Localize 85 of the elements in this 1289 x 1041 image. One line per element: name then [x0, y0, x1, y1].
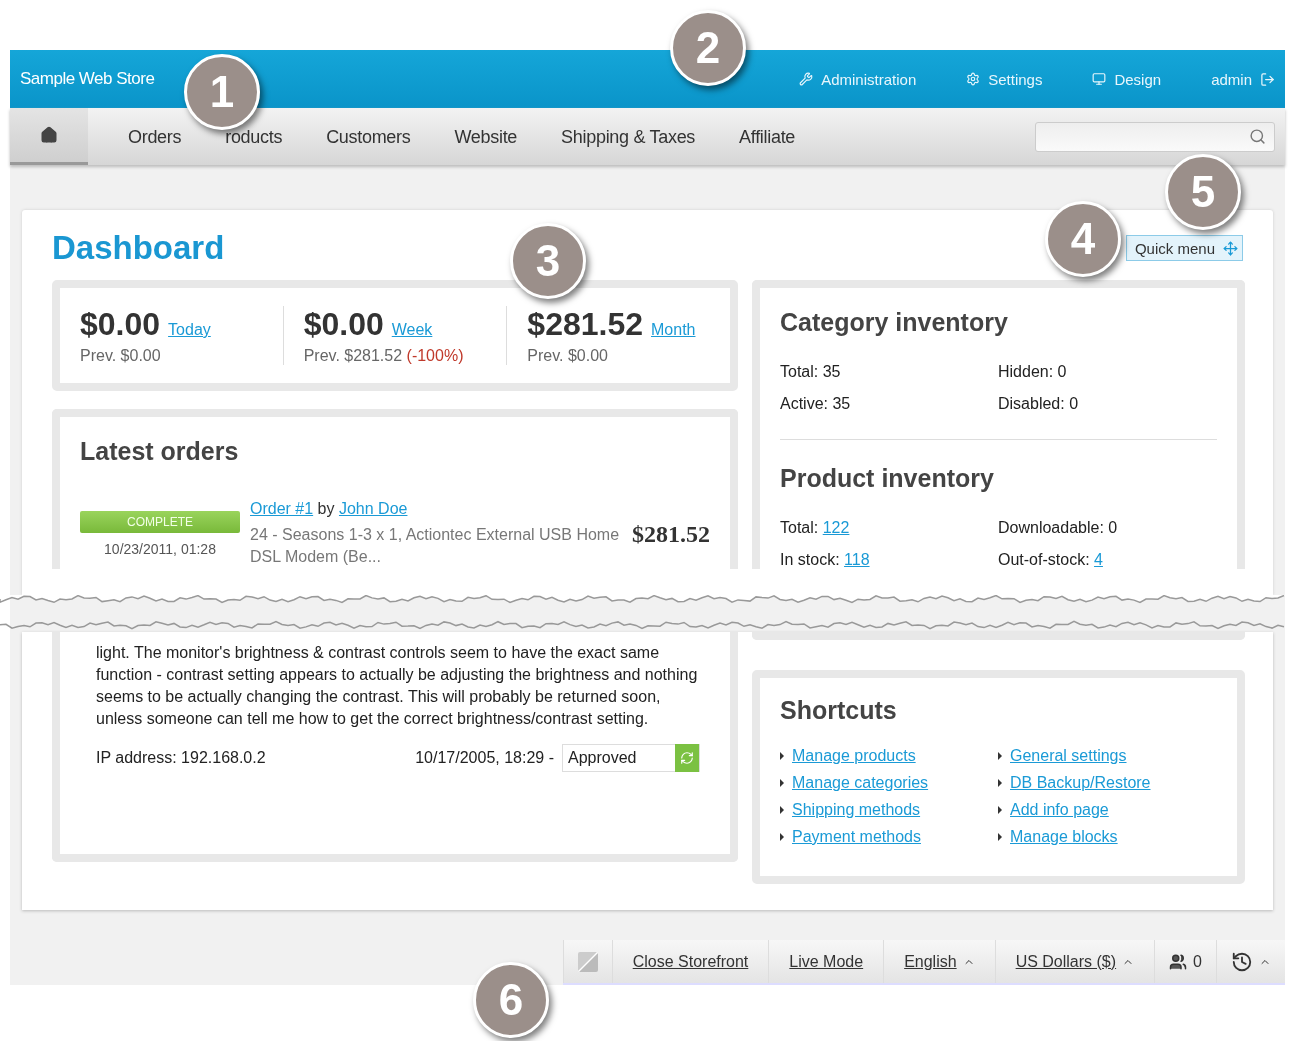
order-description: 24 - Seasons 1-3 x 1, Actiontec External USB Home DSL Modem (Be...	[250, 525, 621, 567]
inventory-stat: Disabled: 0	[998, 395, 1080, 413]
bullet-icon	[780, 752, 784, 760]
previous-amount: Prev. $281.52	[303, 347, 403, 364]
inventory-stat: Total: 35	[780, 363, 842, 381]
user-link[interactable]: admin	[1211, 70, 1275, 88]
inventory-link[interactable]: 122	[822, 519, 850, 536]
edit-icon	[577, 951, 598, 972]
inventory-link[interactable]: 118	[844, 551, 870, 568]
shortcut-link[interactable]: Manage products	[792, 747, 916, 765]
bullet-icon	[998, 833, 1002, 841]
order-date: 10/23/2011, 01:28	[103, 541, 217, 557]
callout-number: 2	[670, 10, 746, 86]
inventory-link[interactable]: 4	[1094, 551, 1103, 568]
bullet-icon	[998, 806, 1002, 814]
change-percent: (-100%)	[406, 347, 464, 364]
footer-dropdown[interactable]: English	[883, 940, 995, 983]
status-select[interactable]: Approved	[562, 744, 700, 772]
panel-title: Category inventory	[780, 308, 1009, 337]
sales-amount: $0.00	[80, 306, 161, 342]
nav-tab[interactable]: Shipping & Taxes	[561, 126, 696, 147]
shortcut-link[interactable]: Payment methods	[792, 828, 921, 846]
bullet-icon	[998, 752, 1002, 760]
gear-icon	[966, 72, 981, 86]
review-text: light. The monitor's brightness & contrast controls seem to have the exact same function - contrast setting appears to actually be adjusting the brightness and nothing seems to be actually changing the contrast. This will probably be returned soon, unless someone can tell me how to get the correct brightness/contrast setting.	[96, 643, 699, 729]
review-date: 10/17/2005, 18:29 -	[415, 749, 554, 767]
previous-amount: Prev. $0.00	[527, 347, 608, 364]
home-icon	[40, 126, 58, 144]
refresh-icon	[680, 751, 694, 765]
bullet-icon	[780, 806, 784, 814]
footer-dropdown[interactable]: US Dollars ($)	[994, 940, 1155, 983]
refresh-button[interactable]	[675, 744, 699, 772]
move-icon	[1223, 240, 1238, 256]
home-tab[interactable]	[10, 108, 88, 165]
bullet-icon	[780, 833, 784, 841]
period-link[interactable]: Today	[168, 321, 211, 338]
inventory-stat: Downloadable: 0	[998, 519, 1119, 537]
order-link[interactable]: Order #1	[250, 500, 314, 517]
search-field[interactable]	[1035, 121, 1275, 152]
top-link[interactable]: Design	[1092, 70, 1162, 88]
period-link[interactable]: Week	[391, 321, 433, 338]
users-button[interactable]: 0	[1154, 940, 1216, 983]
shortcut-link[interactable]: DB Backup/Restore	[1010, 774, 1151, 792]
bullet-icon	[998, 779, 1002, 787]
ip-address: IP address: 192.168.0.2	[96, 749, 266, 767]
order-total: $281.52	[632, 520, 710, 548]
by-text: by	[317, 500, 335, 517]
monitor-icon	[1092, 72, 1107, 86]
nav-tab[interactable]: Orders	[128, 126, 182, 147]
panel-title: Shortcuts	[780, 696, 898, 725]
wrench-icon	[799, 72, 814, 86]
inventory-stat: Out-of-stock: 4	[998, 551, 1104, 569]
period-link[interactable]: Month	[651, 321, 696, 338]
shortcut-link[interactable]: Manage categories	[792, 774, 929, 792]
users-icon	[1169, 952, 1188, 971]
nav-tab[interactable]: Website	[454, 126, 518, 147]
top-link[interactable]: Settings	[966, 70, 1043, 88]
bullet-icon	[780, 779, 784, 787]
search-icon	[1249, 128, 1266, 145]
store-name[interactable]: Sample Web Store	[20, 69, 155, 89]
inventory-stat: Total: 122	[780, 519, 851, 537]
top-link[interactable]: Administration	[799, 70, 917, 88]
nav-tab[interactable]: Customers	[326, 126, 411, 147]
previous-amount: Prev. $0.00	[80, 347, 161, 364]
shortcut-link[interactable]: Add info page	[1010, 801, 1109, 819]
panel-title: Product inventory	[780, 464, 995, 493]
inventory-stat: In stock: 118	[780, 551, 871, 569]
sales-amount: $0.00	[303, 306, 384, 342]
shortcut-link[interactable]: Manage blocks	[1010, 828, 1118, 846]
status-badge: COMPLETE	[80, 511, 240, 533]
page-title: Dashboard	[52, 229, 225, 267]
panel-title: Latest orders	[80, 437, 240, 466]
history-icon	[1231, 950, 1253, 973]
logout-icon	[1260, 71, 1275, 87]
quick-menu-button[interactable]: Quick menu	[1125, 235, 1243, 261]
sales-amount: $281.52	[527, 306, 643, 342]
customer-link[interactable]: John Doe	[338, 500, 408, 517]
inventory-stat: Hidden: 0	[998, 363, 1068, 381]
footer-link[interactable]: Live Mode	[768, 940, 884, 983]
nav-tab[interactable]: Affiliate	[739, 126, 796, 147]
footer-link[interactable]: Close Storefront	[611, 940, 769, 983]
callout-number: 6	[473, 962, 549, 1038]
shortcut-link[interactable]: General settings	[1010, 747, 1127, 765]
shortcut-link[interactable]: Shipping methods	[792, 801, 921, 819]
inventory-stat: Active: 35	[780, 395, 852, 413]
